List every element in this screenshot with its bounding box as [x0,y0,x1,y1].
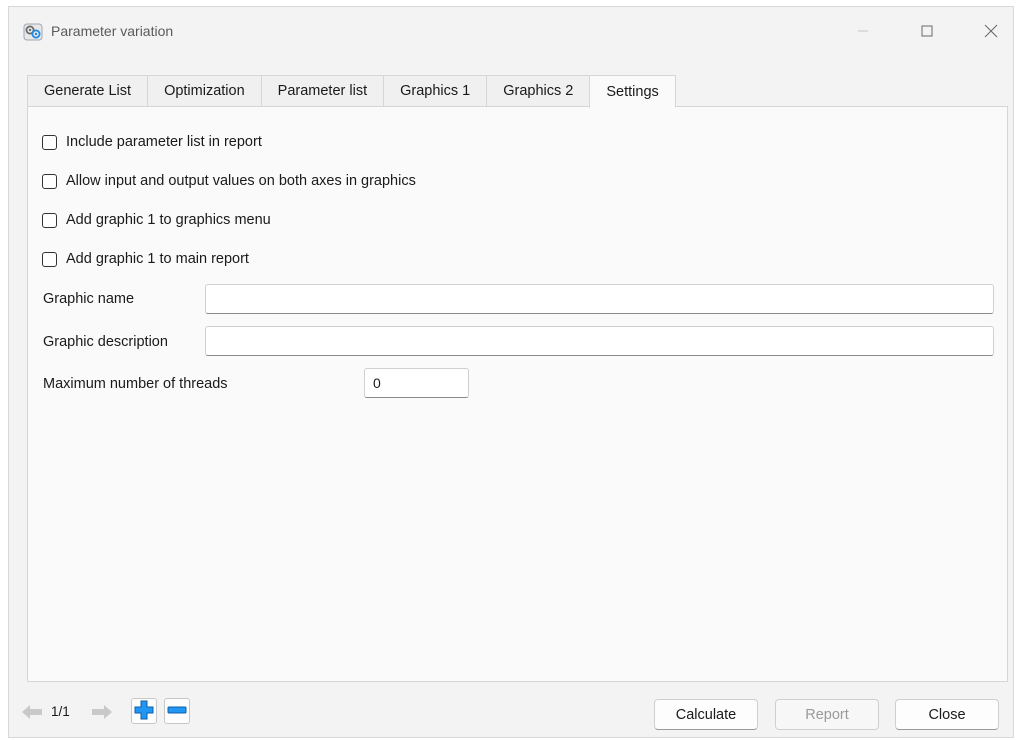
plus-icon [134,700,154,723]
graphic-description-label: Graphic description [43,334,168,350]
minus-icon [167,700,187,723]
add-to-graphics-menu-checkbox[interactable] [42,212,57,228]
tab-graphics-2[interactable]: Graphics 2 [486,75,590,107]
calculate-button[interactable]: Calculate [654,699,758,730]
graphic-name-label: Graphic name [43,291,135,307]
allow-both-axes-label: Allow input and output values on both ax… [66,173,416,189]
include-parameter-list-label: Include parameter list in report [66,134,262,150]
add-to-main-report-checkbox[interactable] [42,251,57,267]
arrow-right-icon[interactable] [89,699,115,725]
add-to-graphics-menu-option[interactable]: Add graphic 1 to graphics menu [42,212,271,228]
graphic-name-input[interactable] [205,284,994,314]
minimize-icon[interactable] [851,19,875,43]
settings-panel: Include parameter list in report Allow i… [27,106,1008,682]
add-button[interactable] [131,698,157,724]
add-to-main-report-label: Add graphic 1 to main report [66,251,249,267]
allow-both-axes-option[interactable]: Allow input and output values on both ax… [42,173,416,189]
parameter-variation-window: Parameter variation Generate List Optimi… [8,6,1014,738]
tab-generate-list[interactable]: Generate List [27,75,148,107]
tab-optimization[interactable]: Optimization [147,75,261,107]
max-threads-label: Maximum number of threads [43,376,228,392]
allow-both-axes-checkbox[interactable] [42,173,57,189]
page-indicator: 1/1 [51,704,70,719]
app-gears-icon [23,22,43,42]
tab-bar: Generate List Optimization Parameter lis… [27,75,676,108]
remove-button[interactable] [164,698,190,724]
close-button[interactable]: Close [895,699,999,730]
close-icon[interactable] [979,19,1003,43]
add-to-graphics-menu-label: Add graphic 1 to graphics menu [66,212,271,228]
report-button[interactable]: Report [775,699,879,730]
maximize-icon[interactable] [915,19,939,43]
footer-toolbar: 1/1 Calculate Report Close [9,691,1013,731]
max-threads-input[interactable] [364,368,469,398]
tab-graphics-1[interactable]: Graphics 1 [383,75,487,107]
arrow-left-icon[interactable] [19,699,45,725]
title-bar[interactable]: Parameter variation [9,7,1013,57]
add-to-main-report-option[interactable]: Add graphic 1 to main report [42,251,249,267]
window-title: Parameter variation [51,23,174,39]
tab-parameter-list[interactable]: Parameter list [260,75,384,107]
include-parameter-list-option[interactable]: Include parameter list in report [42,134,262,150]
graphic-description-input[interactable] [205,326,994,356]
tab-settings[interactable]: Settings [589,75,676,108]
include-parameter-list-checkbox[interactable] [42,134,57,150]
